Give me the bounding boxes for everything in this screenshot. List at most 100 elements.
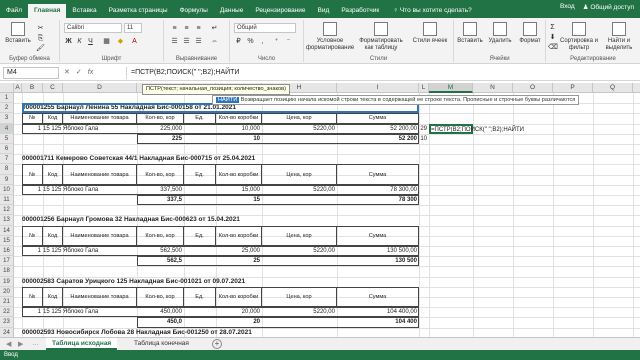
cell-styles-button[interactable]: Стили ячеек xyxy=(408,22,452,45)
column-header-p[interactable]: P xyxy=(553,83,593,93)
cut-icon[interactable]: ✂ xyxy=(36,24,45,33)
tab-view[interactable]: Вид xyxy=(312,4,336,18)
column-header-b[interactable]: B xyxy=(22,83,43,93)
format-cells-button[interactable]: Формат xyxy=(516,22,544,45)
tab-data[interactable]: Данные xyxy=(214,4,249,18)
sort-filter-button[interactable]: Сортировка и фильтр xyxy=(560,22,598,52)
column-header-c[interactable]: C xyxy=(43,83,63,93)
paste-button[interactable]: Вставить xyxy=(4,22,32,45)
tooltip-description: Возвращает позицию начала искомой строки… xyxy=(240,97,576,103)
copy-icon[interactable]: ⎘ xyxy=(36,34,45,43)
tab-page-layout[interactable]: Разметка страницы xyxy=(103,4,174,18)
row-header-23[interactable]: 23 xyxy=(0,317,14,328)
tab-developer[interactable]: Разработчик xyxy=(335,4,385,18)
find-select-button[interactable]: Найти и выделить xyxy=(600,22,638,52)
italic-button[interactable]: К xyxy=(75,37,84,46)
tab-formulas[interactable]: Формулы xyxy=(174,4,214,18)
borders-icon[interactable]: ▦ xyxy=(102,37,111,46)
login-link[interactable]: Вход xyxy=(560,3,575,11)
merge-icon[interactable]: ⇔ xyxy=(210,37,219,46)
bold-button[interactable]: Ж xyxy=(64,37,73,46)
decrease-decimal-icon[interactable]: ⁻ xyxy=(284,37,293,46)
tab-review[interactable]: Рецензирование xyxy=(249,4,311,18)
percent-icon[interactable]: % xyxy=(246,37,255,46)
row-header-17[interactable]: 17 xyxy=(0,256,14,267)
column-header-a[interactable]: A xyxy=(14,83,22,93)
row-header-9[interactable]: 9 xyxy=(0,174,14,185)
formula-input[interactable]: =ПСТР(B2;ПОИСК(" ";B2);НАЙТИ xyxy=(126,67,636,79)
column-header-o[interactable]: O xyxy=(513,83,553,93)
row-header-18[interactable]: 18 xyxy=(0,266,14,277)
row-header-16[interactable]: 16 xyxy=(0,246,14,257)
align-right-icon[interactable]: ☰ xyxy=(194,37,203,46)
align-left-icon[interactable]: ☰ xyxy=(170,37,179,46)
more-sheets-icon[interactable]: … xyxy=(32,340,39,347)
align-bottom-icon[interactable]: ≡ xyxy=(194,24,203,33)
insert-cells-button[interactable]: Вставить xyxy=(456,22,484,45)
row-header-6[interactable]: 6 xyxy=(0,144,14,155)
column-header-i[interactable]: I xyxy=(337,83,419,93)
column-header-l[interactable]: L xyxy=(419,83,429,93)
row-header-12[interactable]: 12 xyxy=(0,205,14,216)
share-button[interactable]: ♟ Общий доступ xyxy=(583,3,634,11)
thousands-icon[interactable]: , xyxy=(258,37,267,46)
tab-insert[interactable]: Вставка xyxy=(66,4,102,18)
row-header-4[interactable]: 4 xyxy=(0,123,14,134)
column-header-q[interactable]: Q xyxy=(593,83,633,93)
cancel-icon[interactable]: ✕ xyxy=(64,67,70,79)
align-middle-icon[interactable]: ≡ xyxy=(182,24,191,33)
clear-icon[interactable]: ⌫ xyxy=(548,43,558,52)
row-header-8[interactable]: 8 xyxy=(0,164,14,175)
sheet-tab-result[interactable]: Таблица конечная xyxy=(128,338,195,350)
select-all-corner[interactable] xyxy=(0,83,14,93)
row-header-15[interactable]: 15 xyxy=(0,235,14,246)
tell-me-box[interactable]: ♀ Что вы хотите сделать? xyxy=(393,4,472,18)
row-header-21[interactable]: 21 xyxy=(0,297,14,308)
sheet-tab-source[interactable]: Таблица исходная xyxy=(46,338,118,350)
font-size-select[interactable]: 11 xyxy=(124,23,142,33)
autosum-icon[interactable]: Σ xyxy=(548,23,557,32)
conditional-format-button[interactable]: Условное форматирование xyxy=(306,22,354,52)
currency-icon[interactable]: ₽ xyxy=(234,37,243,46)
name-box[interactable]: M4 xyxy=(3,67,59,79)
font-color-icon[interactable]: A xyxy=(130,37,139,46)
fill-icon[interactable]: ⬇ xyxy=(548,33,557,42)
tooltip-function-name[interactable]: НАЙТИ xyxy=(216,97,240,103)
row-header-20[interactable]: 20 xyxy=(0,286,14,297)
column-header-m[interactable]: M xyxy=(429,83,473,93)
wrap-text-icon[interactable]: ↵ xyxy=(210,24,219,33)
row-header-3[interactable]: 3 xyxy=(0,113,14,124)
column-header-n[interactable]: N xyxy=(473,83,513,93)
column-header-d[interactable]: D xyxy=(63,83,137,93)
delete-cells-button[interactable]: Удалить xyxy=(486,22,514,45)
row-header-22[interactable]: 22 xyxy=(0,307,14,318)
font-name-select[interactable]: Calibri xyxy=(64,23,122,33)
column-header-r[interactable]: R xyxy=(633,83,640,93)
row-header-11[interactable]: 11 xyxy=(0,195,14,206)
tab-file[interactable]: Файл xyxy=(0,4,28,18)
tab-home[interactable]: Главная xyxy=(27,4,67,18)
underline-button[interactable]: Ч xyxy=(86,37,95,46)
row-header-7[interactable]: 7 xyxy=(0,154,14,165)
number-format-select[interactable]: Общий xyxy=(234,23,296,33)
clipboard-label: Буфер обмена xyxy=(9,56,50,62)
row-header-5[interactable]: 5 xyxy=(0,133,14,144)
format-painter-icon[interactable]: 🖌 xyxy=(36,44,45,53)
function-icon[interactable]: fx xyxy=(88,67,93,79)
increase-decimal-icon[interactable]: ⁺ xyxy=(272,37,281,46)
fill-color-icon[interactable]: ◆ xyxy=(116,37,125,46)
format-as-table-button[interactable]: Форматировать как таблицу xyxy=(356,22,406,52)
enter-icon[interactable]: ✓ xyxy=(76,67,82,79)
row-header-13[interactable]: 13 xyxy=(0,215,14,226)
align-center-icon[interactable]: ☰ xyxy=(182,37,191,46)
prev-sheet-icon[interactable]: ◀ xyxy=(6,340,11,348)
row-header-1[interactable]: 1 xyxy=(0,93,14,104)
row-header-14[interactable]: 14 xyxy=(0,225,14,236)
row-header-19[interactable]: 19 xyxy=(0,276,14,287)
row-header-10[interactable]: 10 xyxy=(0,184,14,195)
add-sheet-icon[interactable]: + xyxy=(212,339,222,349)
row-header-2[interactable]: 2 xyxy=(0,103,14,114)
active-cell-m4[interactable]: =ПСТР(B2;ПОИСК(" ";B2);НАЙТИ xyxy=(429,123,524,134)
align-top-icon[interactable]: ≡ xyxy=(170,24,179,33)
next-sheet-icon[interactable]: ▶ xyxy=(18,340,23,348)
